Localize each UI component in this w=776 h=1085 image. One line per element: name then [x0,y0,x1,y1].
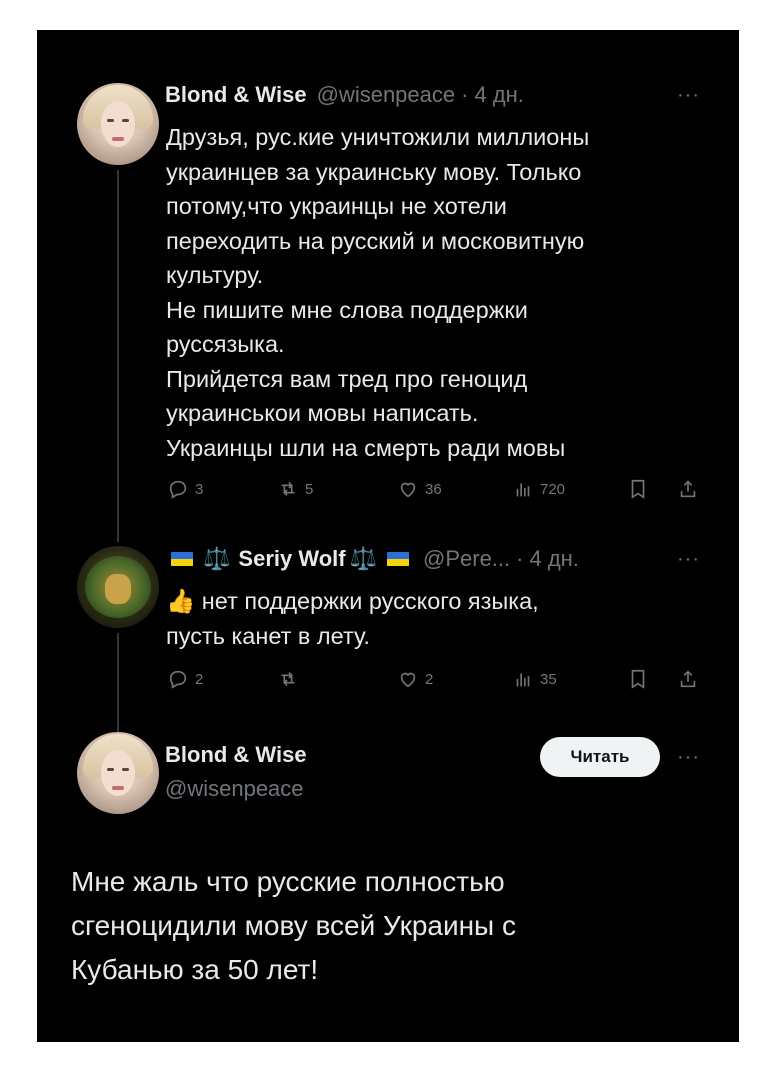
author-handle[interactable]: @wisenpeace [317,82,456,108]
like-button[interactable]: 2 [397,668,433,690]
thumbs-up-icon: 👍 [166,588,196,614]
tweet3-handle-row: @wisenpeace [165,776,304,802]
bookmark-button[interactable] [627,478,649,500]
author-name[interactable]: Blond & Wise [165,82,307,108]
separator: · [461,82,469,107]
views-button[interactable]: 720 [512,478,565,500]
reply-count: 2 [195,670,204,688]
views-button[interactable]: 35 [512,668,557,690]
repost-icon [281,481,295,497]
repost-icon [281,671,295,687]
avatar-blond-wise[interactable] [77,83,159,165]
repost-button[interactable] [277,668,305,690]
share-icon [680,480,696,498]
like-button[interactable]: 36 [397,478,442,500]
app-screen: Blond & Wise @wisenpeace · 4 дн. ··· Дру… [37,30,739,1042]
ukraine-flag-icon [171,552,193,566]
author-handle[interactable]: @Pere... [423,546,510,572]
timestamp[interactable]: 4 дн. [474,82,523,108]
tweet1-text: Друзья, рус.кие уничтожили миллионы укра… [166,124,590,461]
views-count: 720 [540,480,566,498]
tweet1-actions: 3 5 36 720 [167,478,707,506]
views-icon [516,483,530,497]
reply-button[interactable]: 2 [167,668,203,690]
avatar-blond-wise[interactable] [77,732,159,814]
ukraine-flag-icon [387,552,409,566]
tweet1-header: Blond & Wise @wisenpeace · 4 дн. [165,82,524,108]
scales-icon: ⚖️ [349,546,377,571]
views-icon [516,673,530,687]
author-name[interactable]: Seriy Wolf [238,546,345,572]
author-name[interactable]: Blond & Wise [165,742,307,768]
scales-icon: ⚖️ [203,546,231,571]
follow-button[interactable]: Читать [540,737,660,777]
share-icon [680,670,696,688]
like-count: 36 [425,480,442,498]
reply-icon [169,480,187,499]
avatar-seriy-wolf[interactable] [77,546,159,628]
like-icon [400,482,416,498]
tweet3-author-name-row: Blond & Wise [165,742,307,768]
more-options-icon[interactable]: ··· [677,548,700,571]
more-options-icon[interactable]: ··· [677,746,700,769]
thread-line [117,633,119,743]
reply-count: 3 [195,480,204,498]
tweet2-header: ⚖️ Seriy Wolf ⚖️ @Pere... · 4 дн. [165,546,579,572]
tweet2-text: 👍 нет поддержки русского языка, пусть ка… [166,584,726,653]
like-count: 2 [425,670,434,688]
share-button[interactable] [677,668,699,690]
bookmark-icon [631,479,645,499]
tweet2-body: нет поддержки русского языка, пусть кане… [166,588,539,649]
views-count: 35 [540,670,557,688]
repost-button[interactable]: 5 [277,478,313,500]
more-options-icon[interactable]: ··· [677,84,700,107]
thread-line [117,170,119,542]
tweet3-text: Мне жаль что русские полностью сгеноциди… [71,866,516,985]
timestamp[interactable]: 4 дн. [529,546,578,572]
bookmark-button[interactable] [627,668,649,690]
tweet2-actions: 2 2 35 [167,668,707,696]
bookmark-icon [631,669,645,689]
separator: · [516,546,524,571]
like-icon [400,672,416,688]
reply-button[interactable]: 3 [167,478,203,500]
reply-icon [169,670,187,689]
repost-count: 5 [305,480,314,498]
author-handle[interactable]: @wisenpeace [165,776,304,802]
share-button[interactable] [677,478,699,500]
